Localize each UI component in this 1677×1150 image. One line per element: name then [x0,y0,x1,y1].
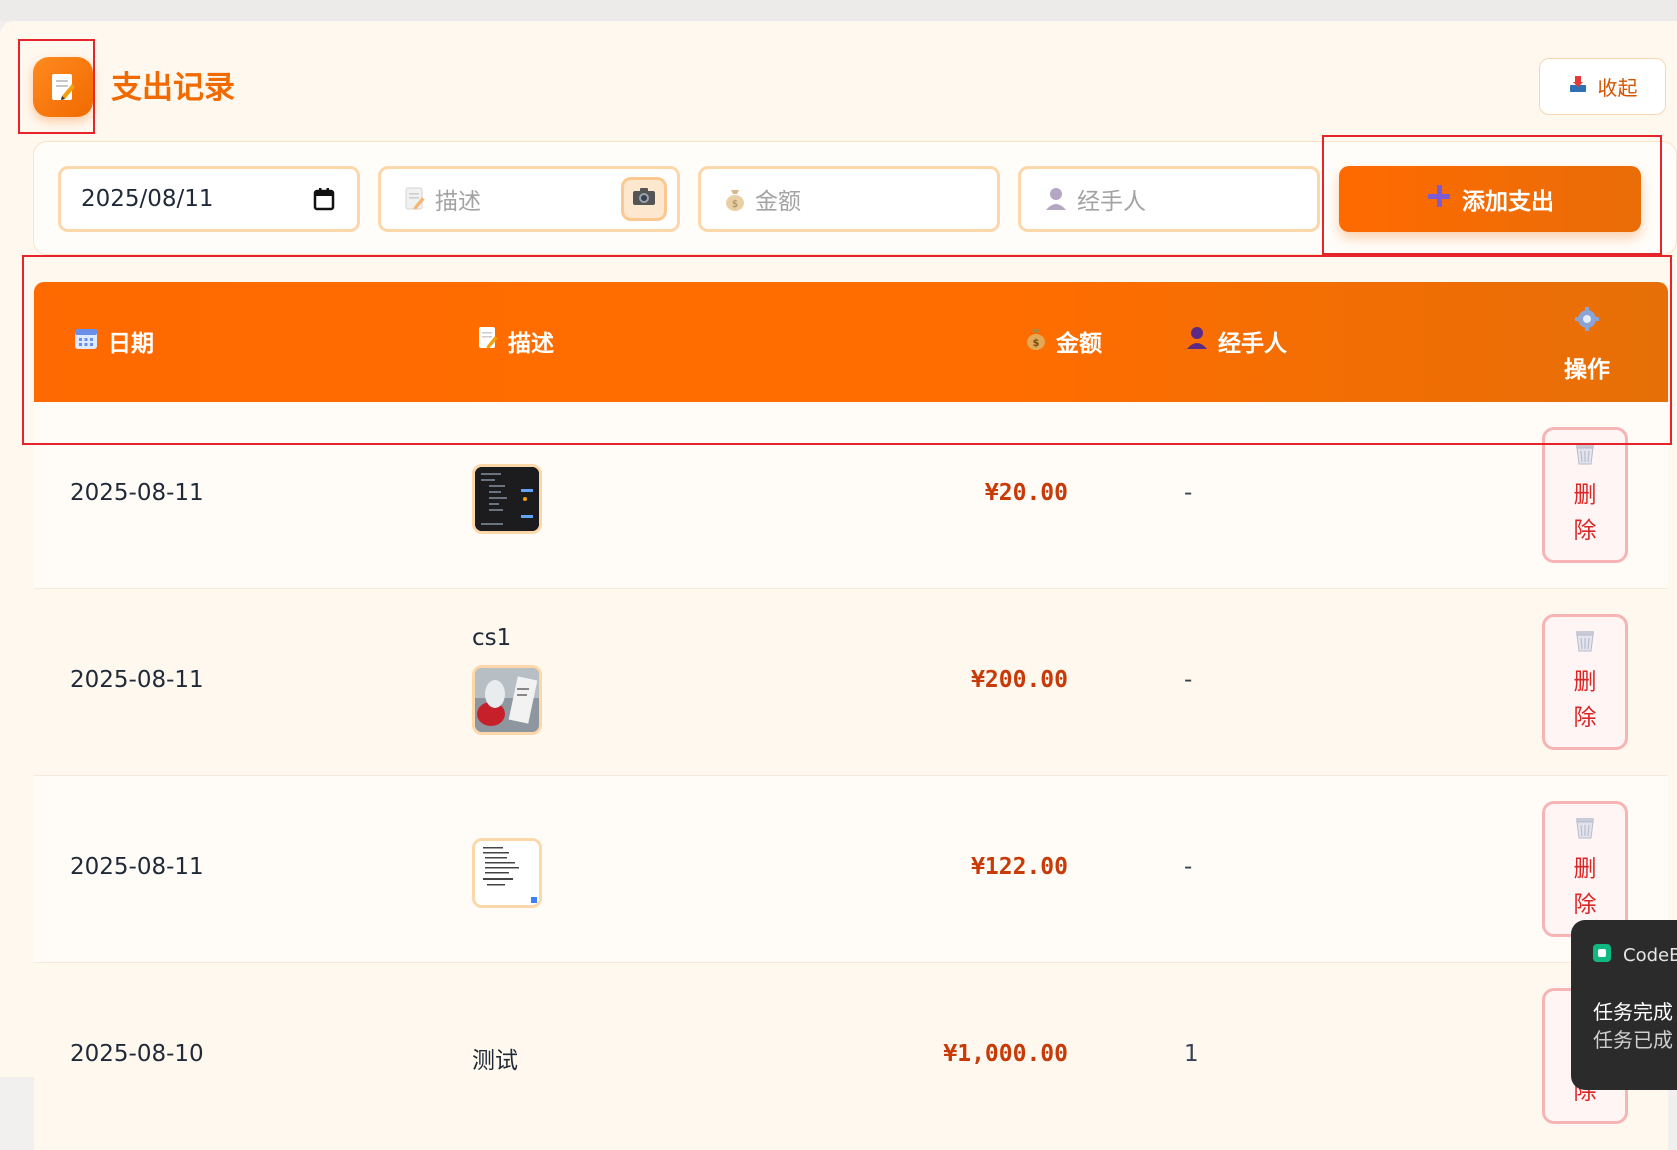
column-header-actions-label: 操作 [1564,357,1610,383]
add-expense-label: 添加支出 [1462,189,1554,215]
camera-upload-button[interactable] [621,177,667,221]
receipt-thumbnail[interactable] [472,464,542,534]
delete-label: 删除 [1573,856,1597,918]
description-placeholder: 描述 [435,189,481,215]
browser-top-strip [0,0,1677,21]
row-description-text: cs1 [472,625,512,651]
column-header-amount[interactable]: $ 金额 [1026,324,1102,358]
toast-app-header: CodeB [1593,944,1677,967]
row-amount: ¥1,000.00 [943,1041,1068,1067]
column-header-date-label: 日期 [108,331,154,357]
row-handler: 1 [1184,1041,1199,1067]
column-header-description[interactable]: 描述 [478,324,554,358]
delete-label: 删除 [1573,482,1597,544]
delete-label: 删除 [1573,669,1597,731]
money-bag-icon: $ [1026,326,1046,356]
date-input[interactable]: 2025/08/11 [58,166,360,232]
add-expense-button[interactable]: 添加支出 [1339,166,1641,232]
row-date: 2025-08-10 [70,1041,204,1067]
column-header-amount-label: 金额 [1056,331,1102,357]
gear-icon [1575,306,1599,342]
column-header-description-label: 描述 [508,331,554,357]
amount-placeholder: 金额 [755,189,801,215]
memo-icon [478,326,498,356]
column-header-actions: 操作 [1552,306,1622,388]
app-logo-icon [1593,944,1611,967]
row-date: 2025-08-11 [70,667,204,693]
row-handler: - [1184,854,1193,880]
description-input[interactable]: 描述 [378,166,680,232]
handler-input[interactable]: 经手人 [1018,166,1320,232]
delete-button[interactable]: 删除 [1542,801,1628,937]
row-date: 2025-08-11 [70,480,204,506]
row-amount: ¥122.00 [971,854,1068,880]
toast-body: 任务已成 [1593,1028,1673,1052]
table-row: 2025-08-11 ¥122.00 - 删除 [34,776,1668,963]
receipt-thumbnail[interactable] [472,838,542,908]
amount-input[interactable]: $ 金额 [698,166,1000,232]
row-handler: - [1184,667,1193,693]
notification-toast[interactable]: CodeB 任务完成 任务已成 [1571,920,1677,1090]
row-description [472,838,542,908]
row-handler: - [1184,480,1193,506]
collapse-label: 收起 [1597,76,1638,100]
delete-button[interactable]: 删除 [1542,427,1628,563]
table-row: 2025-08-11 cs1 ¥200.00 - 删除 [34,589,1668,776]
wastebasket-icon [1573,628,1597,664]
user-icon [1186,326,1208,356]
inbox-tray-icon [1568,74,1588,99]
page-title: 支出记录 [111,70,235,106]
table-row: 2025-08-10 测试 ¥1,000.00 1 删除 [34,963,1668,1150]
camera-icon [632,186,656,212]
svg-text:$: $ [732,199,738,210]
memo-icon [405,187,425,211]
svg-text:$: $ [1033,338,1040,349]
column-header-handler[interactable]: 经手人 [1186,324,1287,358]
wastebasket-icon [1573,815,1597,851]
column-header-date[interactable]: 日期 [74,324,154,358]
delete-button[interactable]: 删除 [1542,614,1628,750]
row-amount: ¥200.00 [971,667,1068,693]
user-icon [1045,187,1067,211]
toast-app-name: CodeB [1623,945,1677,966]
money-bag-icon: $ [725,187,745,211]
date-value: 2025/08/11 [81,186,214,212]
row-description [472,464,542,534]
calendar-picker-icon[interactable] [313,187,335,217]
row-amount: ¥20.00 [984,480,1068,506]
wastebasket-icon [1573,441,1597,477]
handler-placeholder: 经手人 [1077,189,1146,215]
table-header: 日期 描述 $ 金额 经手人 操作 [34,282,1668,402]
calendar-icon [74,326,98,356]
plus-icon [1426,183,1452,215]
collapse-button[interactable]: 收起 [1539,58,1666,115]
table-row: 2025-08-11 ¥20.00 - 删除 [34,402,1668,589]
row-description-text: 测试 [472,1048,518,1074]
memo-icon [33,57,93,117]
column-header-handler-label: 经手人 [1218,331,1287,357]
receipt-thumbnail[interactable] [472,665,542,735]
expense-table-body: 2025-08-11 ¥20.00 - 删除 2025-08-11 cs1 ¥2… [34,402,1668,1150]
row-description: cs1 [472,625,542,735]
toast-title: 任务完成 [1593,1000,1673,1024]
row-date: 2025-08-11 [70,854,204,880]
